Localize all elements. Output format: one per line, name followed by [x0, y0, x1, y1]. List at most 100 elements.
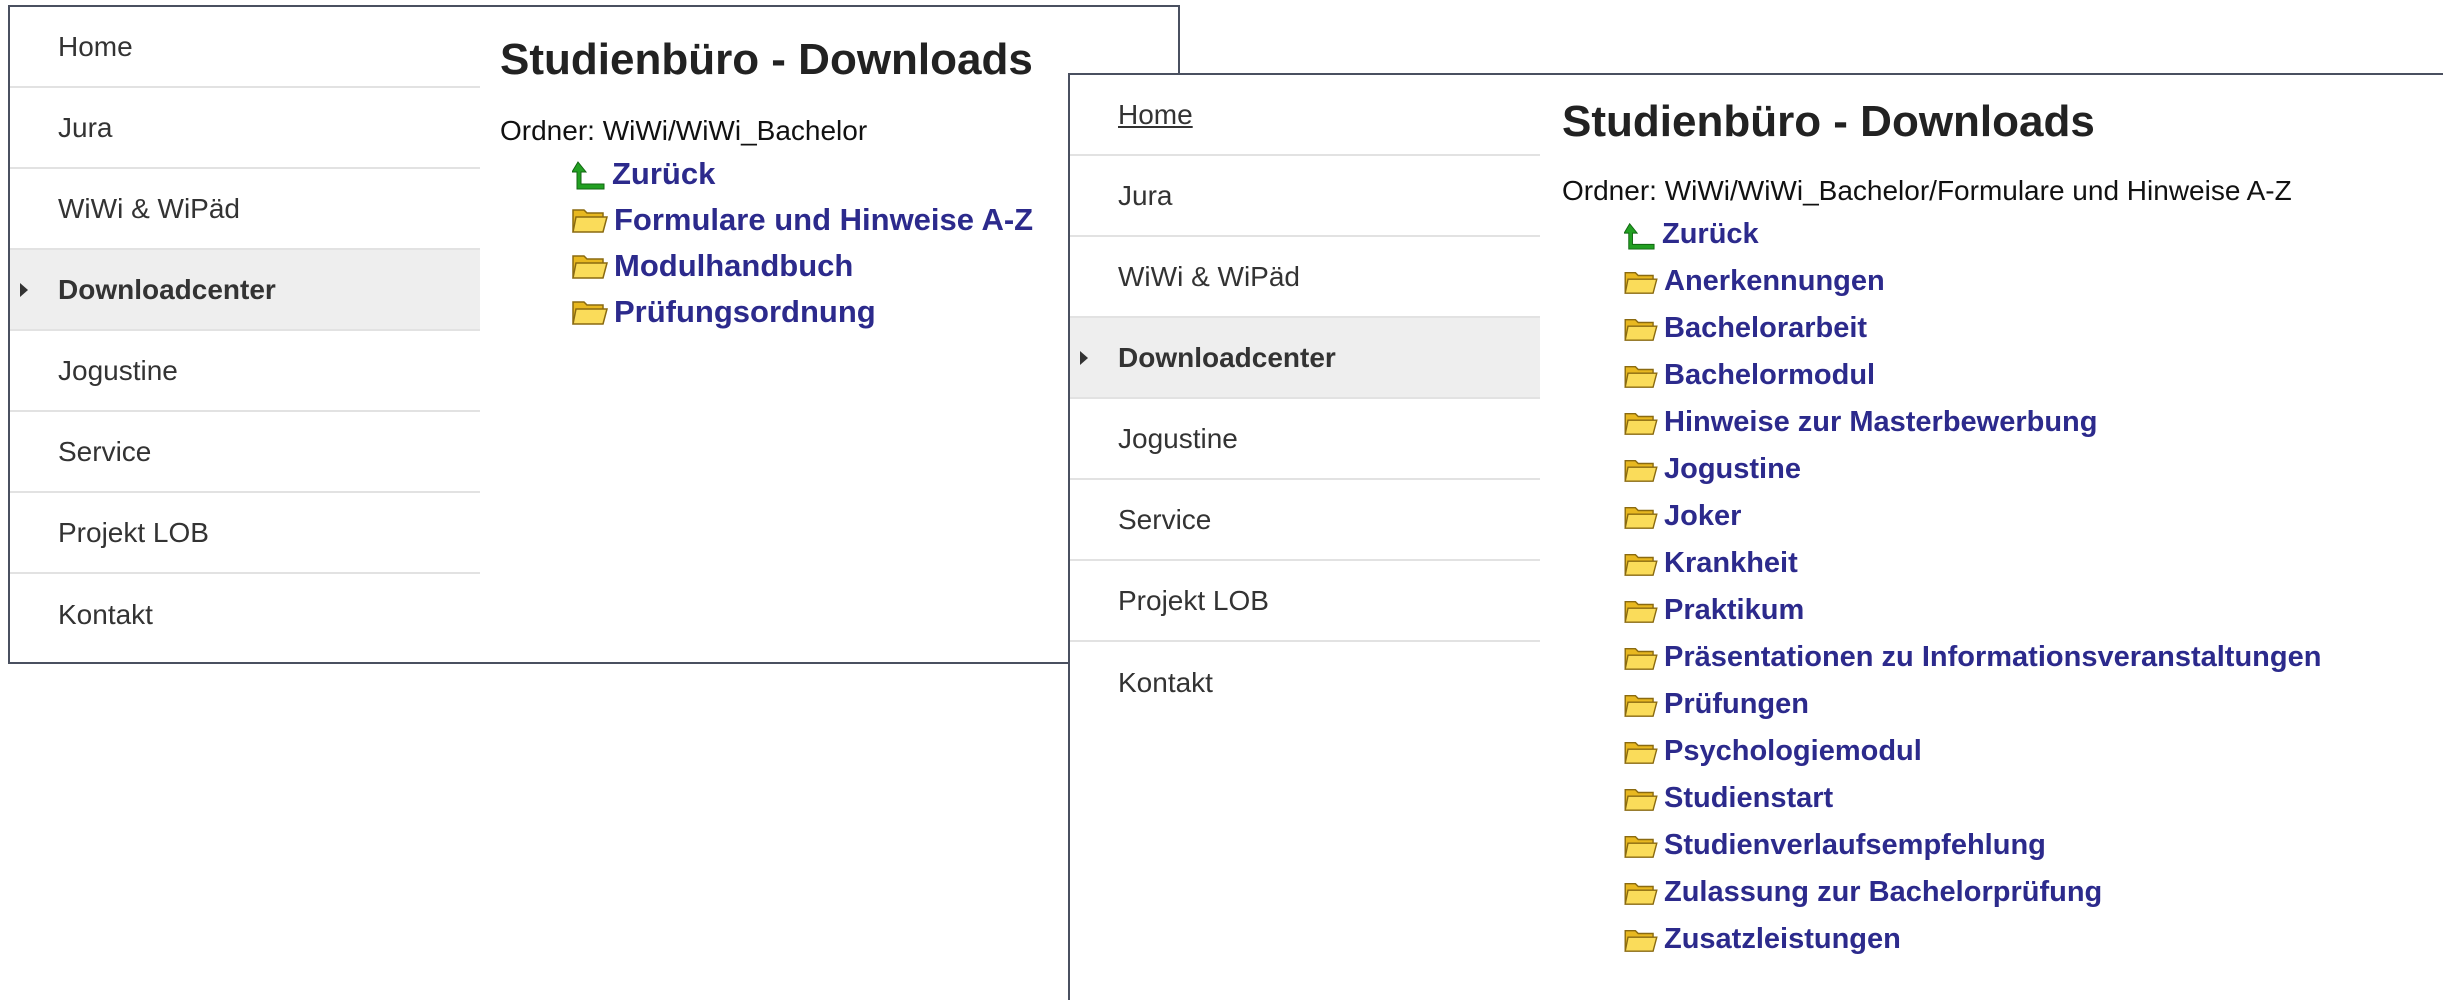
- folder-icon: [1624, 459, 1658, 482]
- folder-icon: [1624, 318, 1658, 341]
- folder-link-label: Prüfungen: [1664, 688, 1809, 720]
- folder-link-label: Bachelormodul: [1664, 359, 1876, 391]
- caret-right-icon: [20, 282, 28, 297]
- nav-item-home[interactable]: Home: [1070, 75, 1540, 156]
- folder-link-label: Anerkennungen: [1664, 265, 1885, 297]
- folder-icon: [572, 301, 608, 325]
- folder-link[interactable]: Psychologiemodul: [1624, 728, 2321, 775]
- folder-link[interactable]: Krankheit: [1624, 540, 2321, 587]
- nav-item-label: Home: [58, 30, 133, 62]
- nav-item-projekt-lob[interactable]: Projekt LOB: [10, 493, 480, 574]
- folder-icon: [1624, 882, 1658, 905]
- nav-item-jogustine[interactable]: Jogustine: [1070, 399, 1540, 480]
- nav-item-label: Jogustine: [58, 354, 178, 386]
- folder-link[interactable]: Hinweise zur Masterbewerbung: [1624, 399, 2321, 446]
- folder-link[interactable]: Prüfungen: [1624, 681, 2321, 728]
- folder-link[interactable]: Modulhandbuch: [572, 243, 1033, 289]
- page-title: Studienbüro - Downloads: [1562, 97, 2095, 146]
- nav-item-jogustine[interactable]: Jogustine: [10, 331, 480, 412]
- folder-link[interactable]: Joker: [1624, 493, 2321, 540]
- nav-item-downloadcenter[interactable]: Downloadcenter: [1070, 318, 1540, 399]
- nav-item-kontakt[interactable]: Kontakt: [10, 574, 480, 655]
- caret-right-icon: [1080, 350, 1088, 365]
- nav-item-label: Jura: [1118, 179, 1173, 211]
- folder-icon: [1624, 506, 1658, 529]
- folder-list: Zurück Anerkennungen Bachelorarbeit Bachel…: [1562, 211, 2321, 963]
- folder-icon: [1624, 929, 1658, 952]
- folder-link[interactable]: Zusatzleistungen: [1624, 916, 2321, 963]
- folder-icon: [1624, 788, 1658, 811]
- folder-path: Ordner: WiWi/WiWi_Bachelor/Formulare und…: [1562, 175, 2292, 206]
- folder-link[interactable]: Anerkennungen: [1624, 258, 2321, 305]
- back-link[interactable]: Zurück: [572, 151, 1033, 197]
- folder-link-label: Praktikum: [1664, 594, 1805, 626]
- folder-link-label: Jogustine: [1664, 453, 1801, 485]
- nav-item-jura[interactable]: Jura: [1070, 156, 1540, 237]
- right-window: Home Jura WiWi & WiPäd Downloadcenter Jo…: [1068, 73, 2443, 1000]
- folder-link-label: Joker: [1664, 500, 1742, 532]
- nav-item-label: Projekt LOB: [58, 516, 209, 548]
- folder-link[interactable]: Studienverlaufsempfehlung: [1624, 822, 2321, 869]
- folder-icon: [1624, 271, 1658, 294]
- main-content: Studienbüro - Downloads Ordner: WiWi/WiW…: [1562, 97, 2321, 963]
- back-link[interactable]: Zurück: [1624, 211, 2321, 258]
- folder-link-label: Zulassung zur Bachelorprüfung: [1664, 876, 2103, 908]
- folder-link[interactable]: Bachelormodul: [1624, 352, 2321, 399]
- folder-link-label: Hinweise zur Masterbewerbung: [1664, 406, 2098, 438]
- folder-link-label: Psychologiemodul: [1664, 735, 1922, 767]
- nav-item-label: Downloadcenter: [58, 273, 276, 305]
- folder-link[interactable]: Prüfungsordnung: [572, 289, 1033, 335]
- page-title: Studienbüro - Downloads: [500, 35, 1033, 84]
- sidebar-nav: Home Jura WiWi & WiPäd Downloadcenter Jo…: [1070, 75, 1540, 723]
- folder-link[interactable]: Bachelorarbeit: [1624, 305, 2321, 352]
- folder-icon: [1624, 600, 1658, 623]
- folder-icon: [1624, 647, 1658, 670]
- nav-item-wiwi[interactable]: WiWi & WiPäd: [1070, 237, 1540, 318]
- folder-icon: [1624, 365, 1658, 388]
- nav-item-label: Downloadcenter: [1118, 341, 1336, 373]
- folder-path: Ordner: WiWi/WiWi_Bachelor: [500, 115, 868, 146]
- folder-link[interactable]: Zulassung zur Bachelorprüfung: [1624, 869, 2321, 916]
- folder-icon: [1624, 835, 1658, 858]
- folder-link-label: Studienstart: [1664, 782, 1834, 814]
- back-link-label: Zurück: [612, 156, 716, 191]
- folder-icon: [572, 255, 608, 279]
- nav-item-service[interactable]: Service: [10, 412, 480, 493]
- green-up-arrow-icon: [1624, 222, 1655, 250]
- nav-item-label: WiWi & WiPäd: [1118, 260, 1300, 292]
- nav-item-projekt-lob[interactable]: Projekt LOB: [1070, 561, 1540, 642]
- main-content: Studienbüro - Downloads Ordner: WiWi/WiW…: [500, 35, 1033, 335]
- folder-link-label: Präsentationen zu Informationsveranstalt…: [1664, 641, 2322, 673]
- nav-item-label: Service: [1118, 503, 1212, 535]
- nav-item-downloadcenter[interactable]: Downloadcenter: [10, 250, 480, 331]
- sidebar-nav: Home Jura WiWi & WiPäd Downloadcenter Jo…: [10, 7, 480, 655]
- folder-link[interactable]: Studienstart: [1624, 775, 2321, 822]
- nav-item-label: WiWi & WiPäd: [58, 192, 240, 224]
- folder-link-label: Zusatzleistungen: [1664, 923, 1901, 955]
- folder-icon: [1624, 741, 1658, 764]
- nav-item-service[interactable]: Service: [1070, 480, 1540, 561]
- folder-icon: [1624, 412, 1658, 435]
- nav-item-kontakt[interactable]: Kontakt: [1070, 642, 1540, 723]
- folder-link-label: Modulhandbuch: [614, 248, 854, 283]
- folder-icon: [1624, 553, 1658, 576]
- nav-item-label: Kontakt: [58, 598, 153, 630]
- folder-link[interactable]: Praktikum: [1624, 587, 2321, 634]
- nav-item-home[interactable]: Home: [10, 7, 480, 88]
- folder-link[interactable]: Jogustine: [1624, 446, 2321, 493]
- green-up-arrow-icon: [572, 161, 605, 190]
- folder-link-label: Studienverlaufsempfehlung: [1664, 829, 2046, 861]
- folder-link[interactable]: Präsentationen zu Informationsveranstalt…: [1624, 634, 2321, 681]
- nav-item-wiwi[interactable]: WiWi & WiPäd: [10, 169, 480, 250]
- nav-item-jura[interactable]: Jura: [10, 88, 480, 169]
- nav-item-label: Jura: [58, 111, 113, 143]
- folder-link-label: Krankheit: [1664, 547, 1798, 579]
- nav-item-label: Projekt LOB: [1118, 584, 1269, 616]
- folder-icon: [572, 209, 608, 233]
- folder-link[interactable]: Formulare und Hinweise A-Z: [572, 197, 1033, 243]
- folder-icon: [1624, 694, 1658, 717]
- back-link-label: Zurück: [1662, 218, 1759, 250]
- nav-item-label: Kontakt: [1118, 666, 1213, 698]
- nav-item-label: Service: [58, 435, 152, 467]
- folder-list: Zurück Formulare und Hinweise A-Z Modulha…: [500, 151, 1033, 335]
